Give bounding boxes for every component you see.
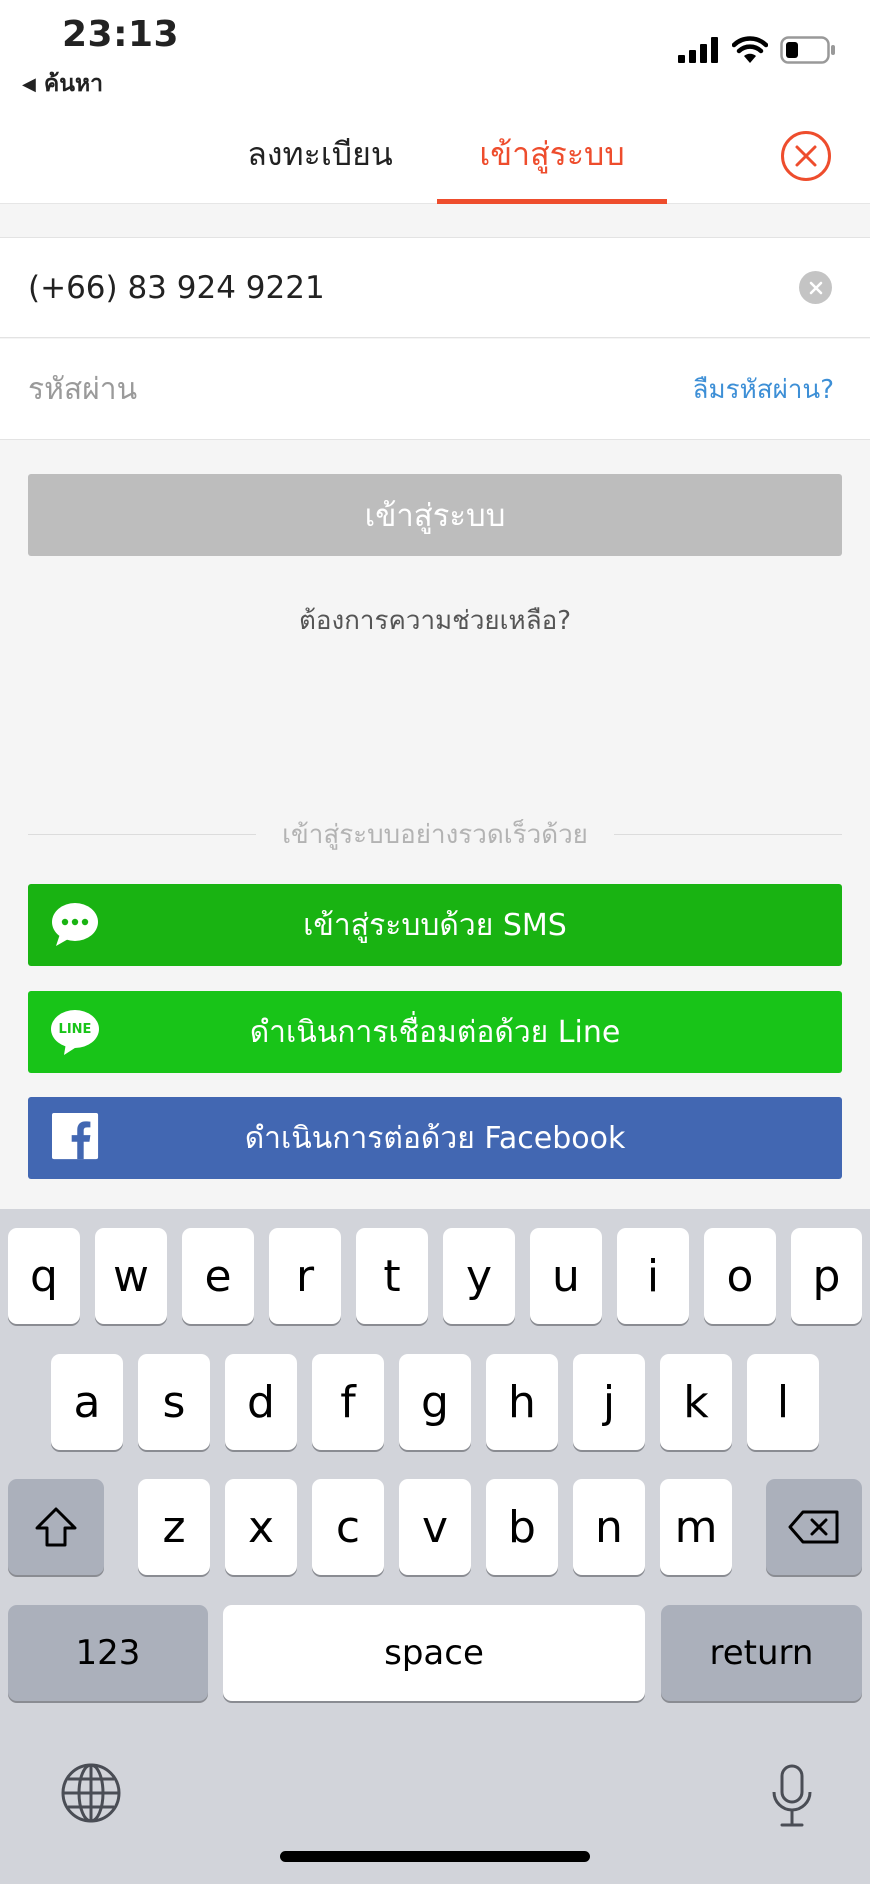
facebook-login-label: ดำเนินการต่อด้วย Facebook <box>244 1120 626 1156</box>
password-placeholder: รหัสผ่าน <box>28 371 138 407</box>
quick-login-divider: เข้าสู่ระบบอย่างรวดเร็วด้วย <box>28 812 842 856</box>
close-button[interactable] <box>781 131 831 181</box>
clear-input-icon[interactable] <box>799 271 832 304</box>
status-bar: 23:13 ◀ ค้นหา <box>0 0 870 104</box>
backspace-icon <box>788 1510 839 1544</box>
line-login-button[interactable]: LINE ดำเนินการเชื่อมต่อด้วย Line <box>28 991 842 1073</box>
key-v[interactable]: v <box>399 1479 471 1575</box>
key-i[interactable]: i <box>617 1228 689 1324</box>
back-arrow-icon: ◀ <box>22 73 36 95</box>
status-icons <box>678 36 836 64</box>
tab-login[interactable]: เข้าสู่ระบบ <box>437 104 667 204</box>
tab-register[interactable]: ลงทะเบียน <box>200 104 440 204</box>
status-time: 23:13 <box>62 14 180 55</box>
active-tab-indicator <box>437 199 667 204</box>
key-k[interactable]: k <box>660 1354 732 1450</box>
key-s[interactable]: s <box>138 1354 210 1450</box>
key-q[interactable]: q <box>8 1228 80 1324</box>
password-field[interactable]: รหัสผ่าน ลืมรหัสผ่าน? <box>0 339 870 440</box>
key-j[interactable]: j <box>573 1354 645 1450</box>
return-key[interactable]: return <box>661 1605 862 1701</box>
forgot-password-link[interactable]: ลืมรหัสผ่าน? <box>693 369 834 410</box>
help-link[interactable]: ต้องการความช่วยเหลือ? <box>0 600 870 641</box>
key-f[interactable]: f <box>312 1354 384 1450</box>
key-n[interactable]: n <box>573 1479 645 1575</box>
divider-line-left <box>28 833 257 835</box>
line-logo-text: LINE <box>58 1021 92 1037</box>
shift-icon <box>35 1507 77 1547</box>
key-b[interactable]: b <box>486 1479 558 1575</box>
auth-tab-bar: ลงทะเบียน เข้าสู่ระบบ <box>0 104 870 204</box>
back-to-search-link[interactable]: ◀ ค้นหา <box>22 66 103 102</box>
wifi-icon <box>732 36 768 63</box>
phone-value: (+66) 83 924 9221 <box>28 269 325 306</box>
close-icon <box>795 145 817 167</box>
facebook-login-button[interactable]: ดำเนินการต่อด้วย Facebook <box>28 1097 842 1179</box>
login-button[interactable]: เข้าสู่ระบบ <box>28 474 842 556</box>
key-r[interactable]: r <box>269 1228 341 1324</box>
numbers-key[interactable]: 123 <box>8 1605 208 1701</box>
home-indicator[interactable] <box>280 1851 590 1862</box>
phone-field[interactable]: (+66) 83 924 9221 <box>0 237 870 338</box>
key-h[interactable]: h <box>486 1354 558 1450</box>
key-d[interactable]: d <box>225 1354 297 1450</box>
battery-icon <box>780 36 835 64</box>
key-w[interactable]: w <box>95 1228 167 1324</box>
key-a[interactable]: a <box>51 1354 123 1450</box>
key-y[interactable]: y <box>443 1228 515 1324</box>
key-x[interactable]: x <box>225 1479 297 1575</box>
key-u[interactable]: u <box>530 1228 602 1324</box>
key-m[interactable]: m <box>660 1479 732 1575</box>
key-o[interactable]: o <box>704 1228 776 1324</box>
back-label: ค้นหา <box>43 71 104 97</box>
chat-bubble-icon <box>52 903 98 946</box>
key-e[interactable]: e <box>182 1228 254 1324</box>
key-c[interactable]: c <box>312 1479 384 1575</box>
line-login-label: ดำเนินการเชื่อมต่อด้วย Line <box>249 1014 621 1050</box>
shift-key[interactable] <box>8 1479 104 1575</box>
sms-login-button[interactable]: เข้าสู่ระบบด้วย SMS <box>28 884 842 966</box>
facebook-logo-icon <box>52 1113 99 1160</box>
key-t[interactable]: t <box>356 1228 428 1324</box>
microphone-icon[interactable] <box>770 1764 814 1830</box>
key-p[interactable]: p <box>791 1228 862 1324</box>
key-l[interactable]: l <box>747 1354 819 1450</box>
globe-icon[interactable] <box>60 1762 122 1824</box>
signal-icon <box>678 37 718 63</box>
key-g[interactable]: g <box>399 1354 471 1450</box>
sms-login-label: เข้าสู่ระบบด้วย SMS <box>303 907 567 943</box>
divider-line-right <box>613 833 842 835</box>
key-z[interactable]: z <box>138 1479 210 1575</box>
space-key[interactable]: space <box>223 1605 645 1701</box>
backspace-key[interactable] <box>766 1479 862 1575</box>
quick-login-label: เข้าสู่ระบบอย่างรวดเร็วด้วย <box>282 819 588 850</box>
